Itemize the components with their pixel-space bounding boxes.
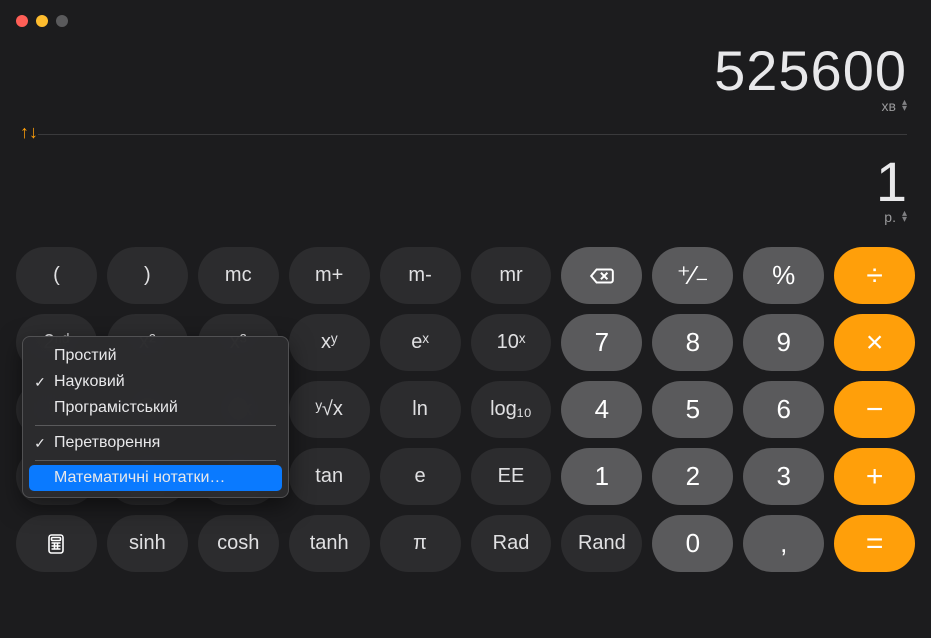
check-icon: ✓: [33, 435, 47, 452]
unit-dropdown-icon[interactable]: ▴▾: [902, 100, 907, 112]
one-button[interactable]: 1: [561, 448, 642, 505]
bottom-unit-label[interactable]: р.: [884, 209, 896, 225]
rad-button[interactable]: Rad: [471, 515, 552, 572]
two-button[interactable]: 2: [652, 448, 733, 505]
menu-item-scientific[interactable]: ✓ Науковий: [23, 369, 288, 395]
four-button[interactable]: 4: [561, 381, 642, 438]
menu-item-label: Програмістський: [54, 399, 178, 417]
menu-separator: [35, 460, 276, 461]
menu-item-programmer[interactable]: Програмістський: [23, 395, 288, 421]
minimize-window-button[interactable]: [36, 15, 48, 27]
minus-button[interactable]: −: [834, 381, 915, 438]
mplus-button[interactable]: m+: [289, 247, 370, 304]
rand-button[interactable]: Rand: [561, 515, 642, 572]
menu-item-conversion[interactable]: ✓ Перетворення: [23, 430, 288, 456]
e-button[interactable]: e: [380, 448, 461, 505]
menu-item-label: Простий: [54, 347, 117, 365]
zero-button[interactable]: 0: [652, 515, 733, 572]
ee-button[interactable]: EE: [471, 448, 552, 505]
sinh-button[interactable]: sinh: [107, 515, 188, 572]
plusminus-button[interactable]: ⁺⁄₋: [652, 247, 733, 304]
tan-button[interactable]: tan: [289, 448, 370, 505]
nine-button[interactable]: 9: [743, 314, 824, 371]
display-area: 525600 хв ▴▾ ↑↓ 1 р. ▴▾: [0, 0, 931, 235]
divide-button[interactable]: ÷: [834, 247, 915, 304]
three-button[interactable]: 3: [743, 448, 824, 505]
menu-item-label: Математичні нотатки…: [54, 469, 225, 487]
multiply-button[interactable]: ×: [834, 314, 915, 371]
window-traffic-lights: [16, 15, 68, 27]
seven-button[interactable]: 7: [561, 314, 642, 371]
e-power-x-button[interactable]: eˣ: [380, 314, 461, 371]
yroot-button[interactable]: ʸ√x: [289, 381, 370, 438]
menu-item-label: Науковий: [54, 373, 125, 391]
check-icon: ✓: [33, 374, 47, 391]
menu-item-label: Перетворення: [54, 434, 160, 452]
eight-button[interactable]: 8: [652, 314, 733, 371]
display-bottom-value: 1: [20, 149, 907, 214]
mminus-button[interactable]: m-: [380, 247, 461, 304]
tanh-button[interactable]: tanh: [289, 515, 370, 572]
x-power-y-button[interactable]: xʸ: [289, 314, 370, 371]
cosh-button[interactable]: cosh: [198, 515, 279, 572]
lparen-button[interactable]: (: [16, 247, 97, 304]
menu-item-basic[interactable]: Простий: [23, 343, 288, 369]
mr-button[interactable]: mr: [471, 247, 552, 304]
menu-separator: [35, 425, 276, 426]
backspace-icon: [589, 263, 615, 289]
comma-button[interactable]: ,: [743, 515, 824, 572]
calculator-icon: [44, 532, 68, 556]
mode-menu-button[interactable]: [16, 515, 97, 572]
ln-button[interactable]: ln: [380, 381, 461, 438]
plus-button[interactable]: +: [834, 448, 915, 505]
backspace-button[interactable]: [561, 247, 642, 304]
six-button[interactable]: 6: [743, 381, 824, 438]
menu-item-math-notes[interactable]: Математичні нотатки…: [29, 465, 282, 491]
pi-button[interactable]: π: [380, 515, 461, 572]
close-window-button[interactable]: [16, 15, 28, 27]
mc-button[interactable]: mc: [198, 247, 279, 304]
top-unit-label[interactable]: хв: [882, 98, 896, 114]
swap-units-icon[interactable]: ↑↓: [20, 122, 38, 143]
rparen-button[interactable]: ): [107, 247, 188, 304]
log10-button[interactable]: log₁₀: [471, 381, 552, 438]
unit-dropdown-icon[interactable]: ▴▾: [902, 211, 907, 223]
percent-button[interactable]: %: [743, 247, 824, 304]
mode-popup-menu: Простий ✓ Науковий Програмістський ✓ Пер…: [22, 336, 289, 498]
divider: [38, 134, 907, 135]
ten-power-x-button[interactable]: 10ˣ: [471, 314, 552, 371]
equals-button[interactable]: =: [834, 515, 915, 572]
display-top-value: 525600: [20, 38, 907, 103]
zoom-window-button[interactable]: [56, 15, 68, 27]
five-button[interactable]: 5: [652, 381, 733, 438]
